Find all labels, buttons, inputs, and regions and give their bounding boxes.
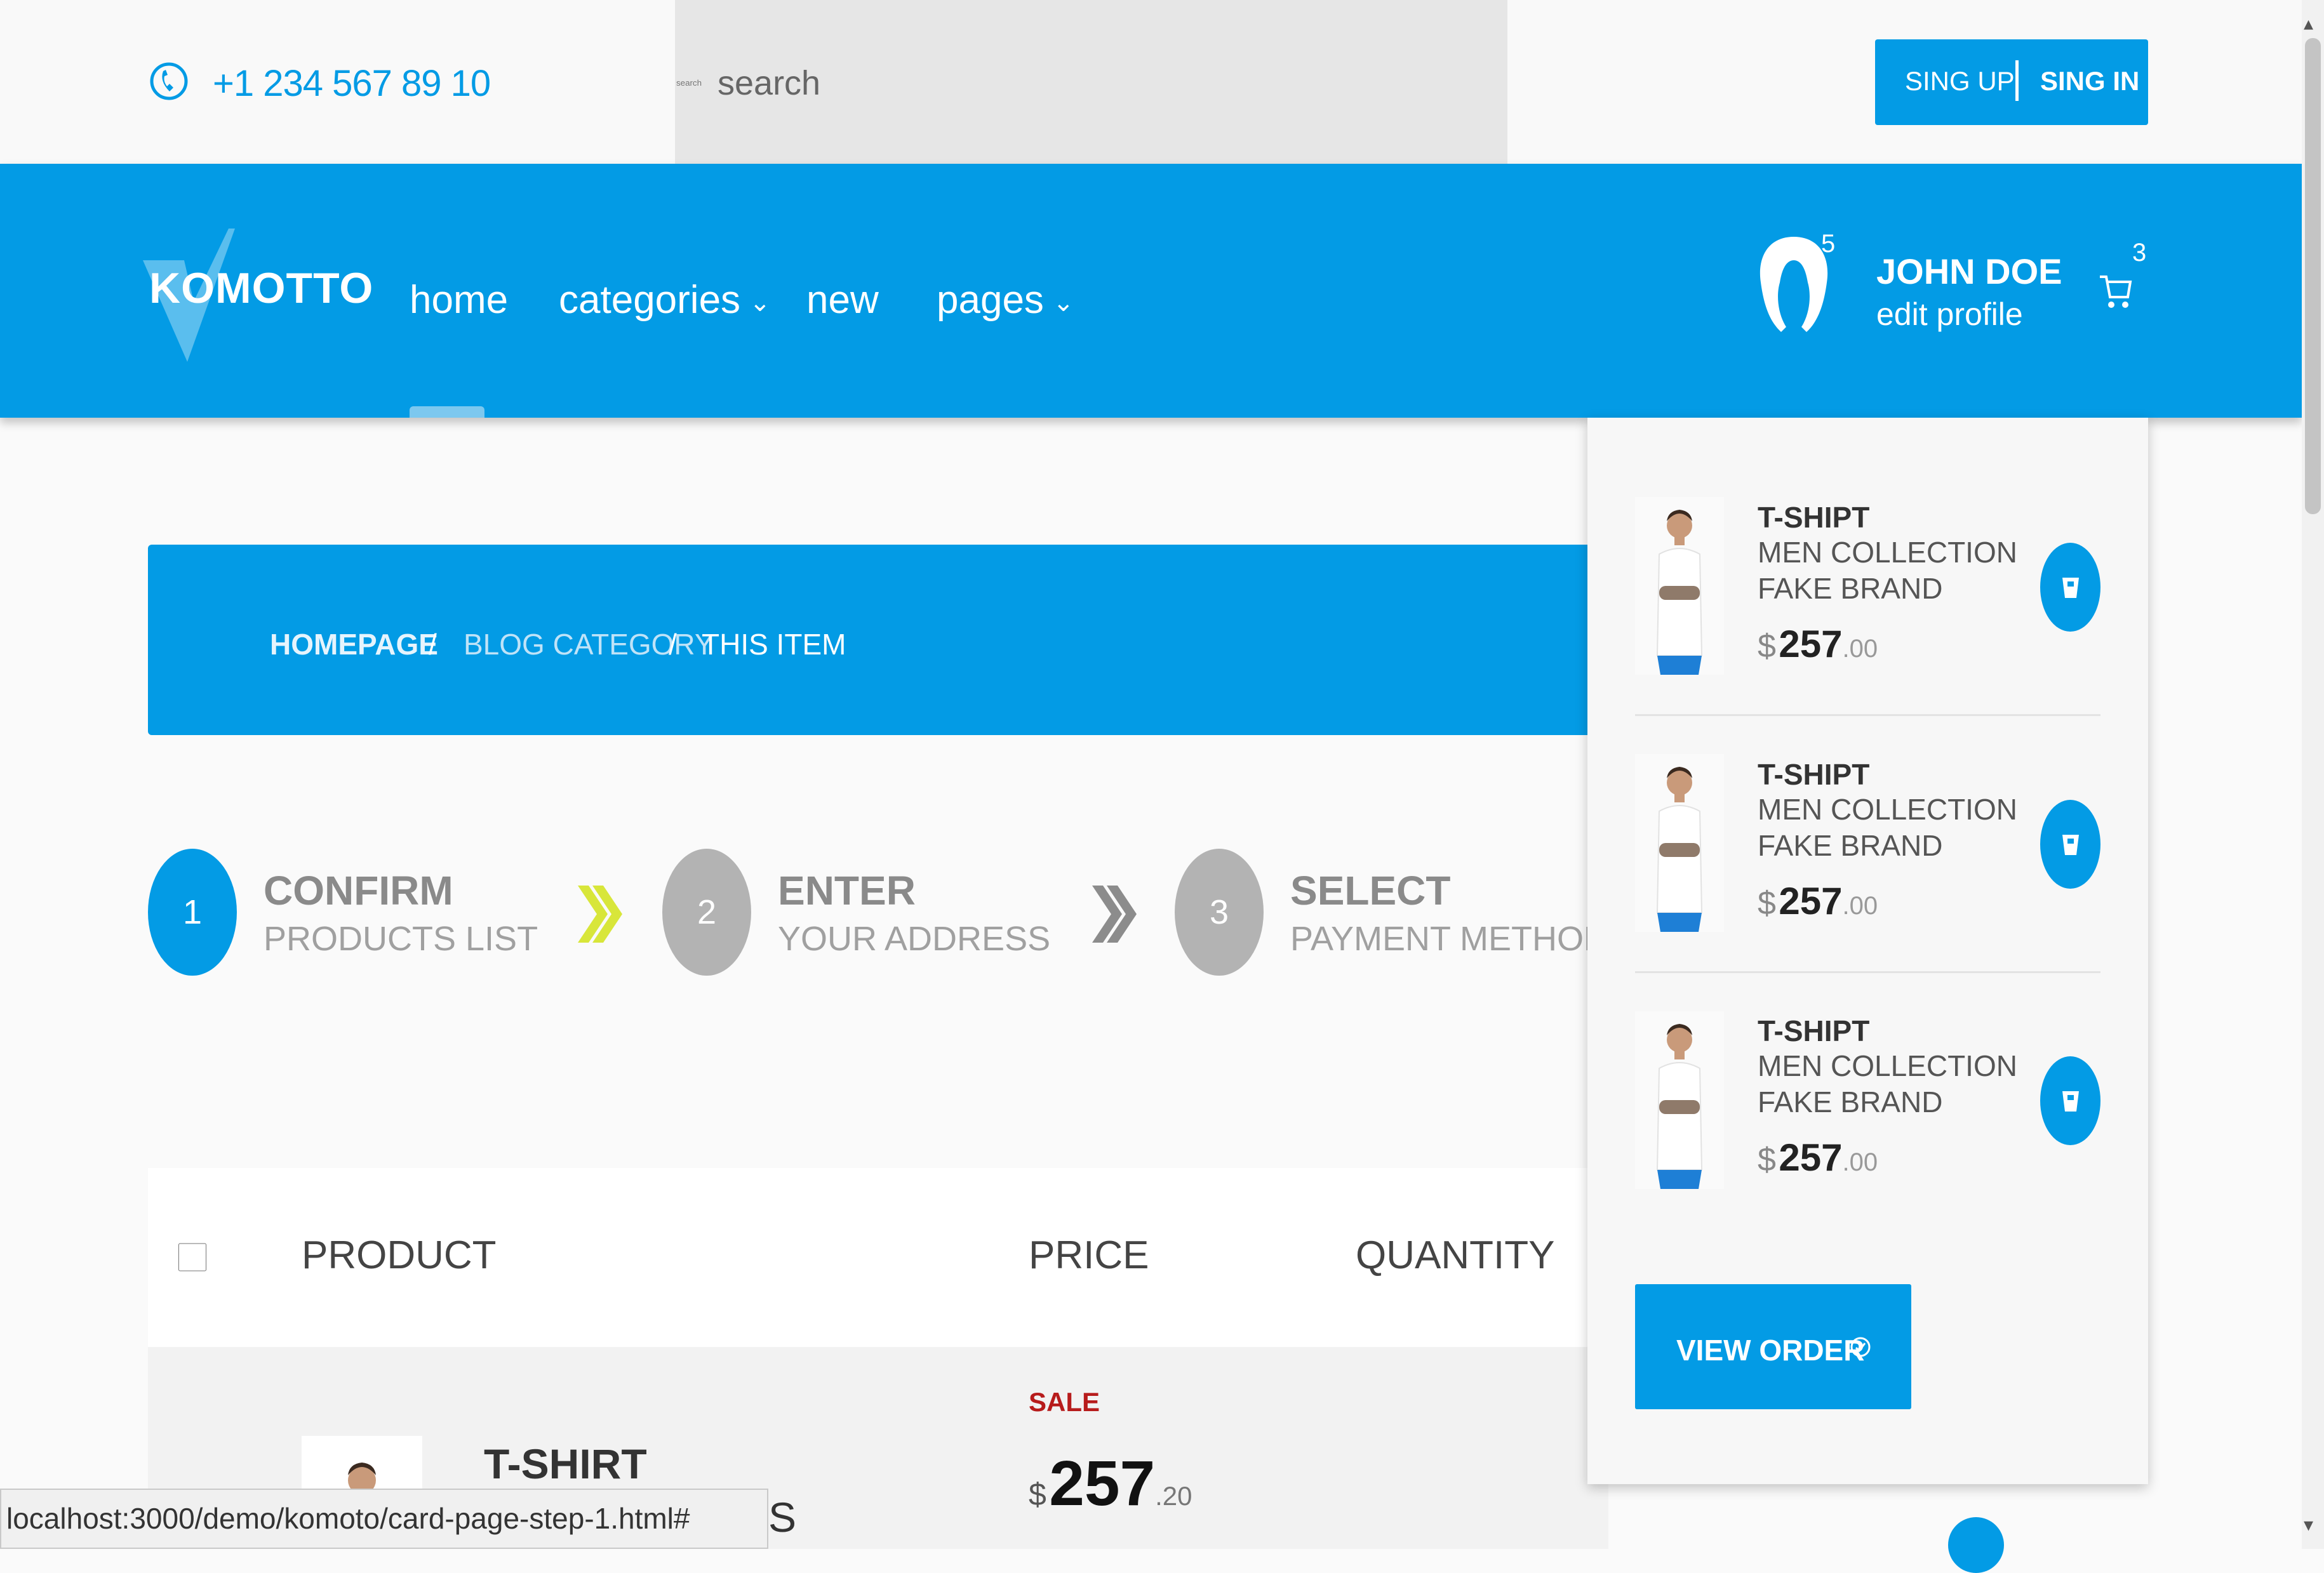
cart-item-title: T-SHIPT — [1758, 501, 1870, 534]
product-name-tail: S — [768, 1494, 797, 1541]
trash-icon — [2062, 578, 2079, 598]
column-header-quantity: QUANTITY — [1356, 1233, 1555, 1277]
signup-button[interactable]: SING UP — [1905, 66, 2015, 96]
cart-item-price: $ 257.00 — [1758, 622, 1878, 666]
product-price: $ 257.20 — [1029, 1447, 1192, 1520]
breadcrumb-current: THIS ITEM — [702, 628, 846, 661]
step-3-circle[interactable]: 3 — [1175, 849, 1264, 976]
nav-item-home[interactable]: home — [410, 277, 508, 322]
product-name[interactable]: T-SHIRT — [484, 1440, 647, 1488]
phone-icon — [150, 62, 188, 100]
remove-item-button[interactable] — [2040, 543, 2100, 632]
active-nav-indicator — [410, 406, 484, 418]
nav-item-label: home — [410, 278, 509, 322]
step-3-title: SELECT — [1290, 868, 1451, 913]
price-currency: $ — [1758, 1141, 1776, 1178]
phone-number: +1 234 567 89 10 — [213, 63, 491, 104]
price-currency: $ — [1029, 1477, 1046, 1512]
nav-item-pages[interactable]: pages ⌄ — [937, 277, 1074, 322]
edit-profile-link[interactable]: edit profile — [1876, 296, 2023, 333]
scroll-up-arrow-icon[interactable]: ▴ — [2304, 13, 2313, 35]
step-1-subtitle: PRODUCTS LIST — [264, 920, 538, 958]
nav-item-label: new — [806, 278, 879, 322]
view-order-label: VIEW ORDER — [1676, 1334, 1865, 1367]
step-1-circle[interactable]: 1 — [148, 849, 237, 976]
scroll-down-arrow-icon[interactable]: ▾ — [2304, 1514, 2313, 1536]
price-integer: 257 — [1779, 1136, 1843, 1179]
breadcrumb-home-link[interactable]: HOMEPAGE — [270, 627, 438, 661]
select-all-checkbox[interactable] — [178, 1237, 206, 1278]
sale-badge: SALE — [1029, 1387, 1100, 1417]
cart-item-collection: MEN COLLECTION — [1758, 1049, 2017, 1082]
step-3-subtitle: PAYMENT METHOD — [1290, 920, 1609, 958]
cart-item-brand: FAKE BRAND — [1758, 572, 1943, 605]
step-arrow-icon — [1092, 886, 1137, 943]
notification-count: 5 — [1821, 230, 1836, 258]
nav-item-label: pages — [937, 278, 1044, 322]
step-2-circle[interactable]: 2 — [662, 849, 751, 976]
nav-item-categories[interactable]: categories ⌄ — [559, 277, 771, 322]
scrollbar-thumb[interactable] — [2305, 38, 2321, 514]
nav-item-label: categories — [559, 278, 741, 322]
cart-item-price: $ 257.00 — [1758, 879, 1878, 923]
cart-item-title: T-SHIPT — [1758, 1014, 1870, 1047]
chevron-down-icon: ⌄ — [1052, 288, 1074, 317]
price-decimal: .00 — [1842, 1148, 1878, 1176]
logo[interactable]: KOMOTTO — [149, 263, 373, 313]
nav-item-new[interactable]: new — [806, 277, 879, 322]
price-decimal: .00 — [1842, 635, 1878, 663]
product-photo-icon — [1656, 1024, 1703, 1189]
cart-item-image[interactable] — [1635, 497, 1724, 675]
price-decimal: .00 — [1842, 892, 1878, 920]
product-photo-icon — [1656, 767, 1703, 932]
trash-icon — [2062, 1091, 2079, 1112]
status-url: localhost:3000/demo/komoto/card-page-ste… — [6, 1502, 690, 1535]
step-arrow-icon — [578, 886, 622, 943]
cart-icon[interactable] — [2099, 273, 2133, 311]
user-name[interactable]: JOHN DOE — [1876, 251, 2062, 292]
row-action-button[interactable] — [1948, 1517, 2004, 1573]
remove-item-button[interactable] — [2040, 1056, 2100, 1145]
cart-count-badge: 3 — [2132, 239, 2147, 267]
signin-button[interactable]: SING IN — [2040, 66, 2139, 96]
cart-item-price: $ 257.00 — [1758, 1136, 1878, 1179]
price-currency: $ — [1758, 628, 1776, 665]
price-integer: 257 — [1049, 1448, 1156, 1519]
cart-item-image[interactable] — [1635, 1011, 1724, 1189]
cart-item-title: T-SHIPT — [1758, 758, 1870, 791]
remove-item-button[interactable] — [2040, 800, 2100, 889]
price-integer: 257 — [1779, 880, 1843, 922]
search-placeholder-text: search — [718, 64, 821, 102]
column-header-product: PRODUCT — [302, 1233, 497, 1277]
check-circle-icon — [1850, 1337, 1871, 1357]
step-1-title: CONFIRM — [264, 868, 453, 913]
cart-item-divider — [1635, 714, 2100, 716]
cart-item-brand: FAKE BRAND — [1758, 1085, 1943, 1118]
price-integer: 257 — [1779, 623, 1843, 665]
breadcrumb-separator: / — [669, 628, 677, 661]
trash-icon — [2062, 835, 2079, 855]
chevron-down-icon: ⌄ — [749, 288, 771, 317]
cart-item-divider — [1635, 971, 2100, 973]
breadcrumb-separator: / — [429, 628, 437, 661]
product-photo-icon — [1656, 510, 1703, 675]
cart-item-brand: FAKE BRAND — [1758, 829, 1943, 862]
price-decimal: .20 — [1155, 1481, 1192, 1511]
column-header-price: PRICE — [1029, 1233, 1149, 1277]
cart-item-image[interactable] — [1635, 754, 1724, 932]
price-currency: $ — [1758, 885, 1776, 922]
cart-item-collection: MEN COLLECTION — [1758, 793, 2017, 826]
step-2-subtitle: YOUR ADDRESS — [778, 920, 1051, 958]
auth-divider — [2015, 60, 2019, 101]
cart-item-collection: MEN COLLECTION — [1758, 536, 2017, 569]
step-2-title: ENTER — [778, 868, 916, 913]
